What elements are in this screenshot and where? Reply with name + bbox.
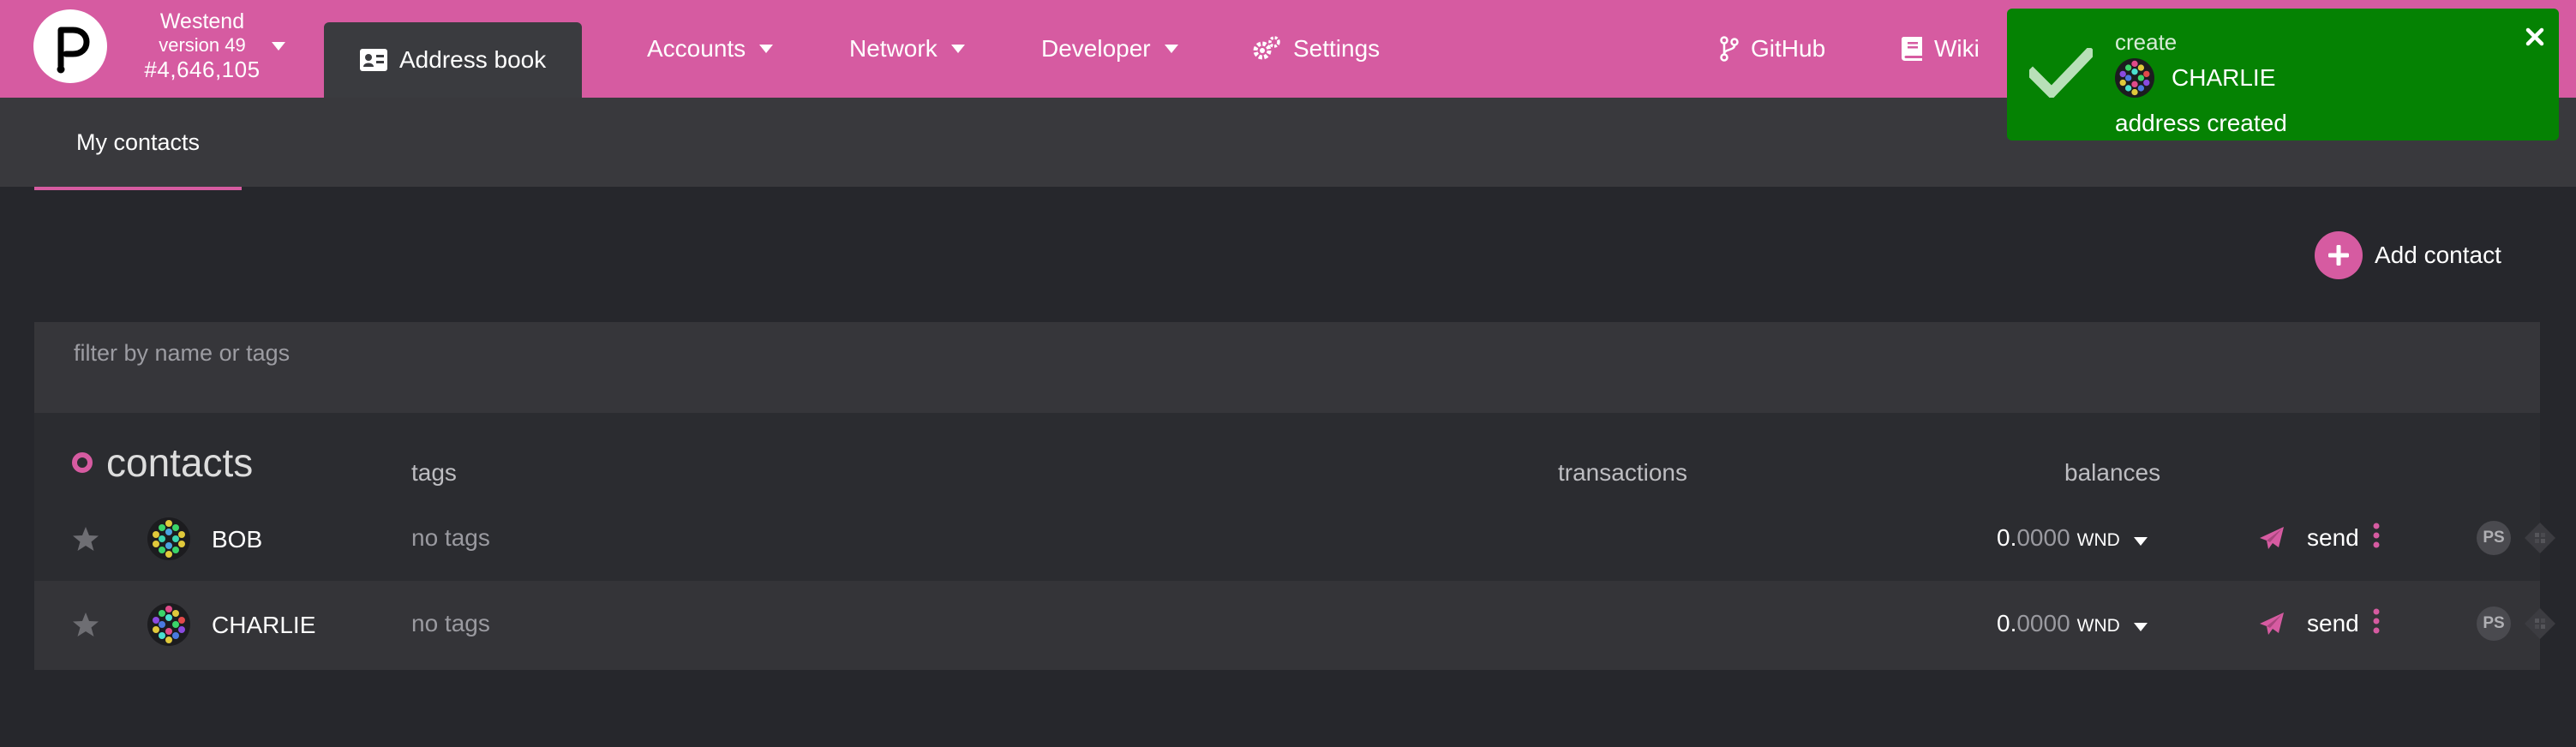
send-button[interactable]: send xyxy=(2259,524,2359,552)
table-row: CHARLIE no tags 0. 0000 WND send PS xyxy=(34,581,2555,670)
block-number: #4,646,105 xyxy=(144,57,261,82)
success-toast: create CHARLIE address created xyxy=(2007,9,2559,140)
tab-address-book-label: Address book xyxy=(399,46,547,73)
chain-name: Westend xyxy=(159,9,245,33)
nav-developer-label: Developer xyxy=(1041,35,1151,62)
ellipsis-vertical-icon[interactable] xyxy=(2372,608,2381,638)
ps-badge[interactable]: PS xyxy=(2477,521,2511,555)
chain-version: version 49 xyxy=(125,34,285,57)
balance-integer: 0. xyxy=(1997,610,2017,636)
send-button[interactable]: send xyxy=(2259,610,2359,637)
nav-wiki-label: Wiki xyxy=(1934,35,1980,62)
nav-accounts[interactable]: Accounts xyxy=(647,0,774,98)
toast-account: CHARLIE xyxy=(2115,58,2275,98)
balance-integer: 0. xyxy=(1997,524,2017,551)
table-row: BOB no tags 0. 0000 WND send PS xyxy=(34,495,2555,584)
nav-developer[interactable]: Developer xyxy=(1041,0,1178,98)
address-card-icon xyxy=(360,49,387,71)
nav-github-label: GitHub xyxy=(1751,35,1826,62)
polkadot-logo-icon[interactable] xyxy=(33,9,107,83)
contacts-table-header: contacts tags transactions balances xyxy=(34,413,2540,495)
add-contact-label: Add contact xyxy=(2375,242,2501,268)
close-icon[interactable] xyxy=(2525,27,2544,51)
nav-wiki[interactable]: Wiki xyxy=(1902,0,1980,98)
code-branch-icon xyxy=(1720,36,1739,62)
nav-settings[interactable]: Settings xyxy=(1252,0,1380,98)
caret-down-icon xyxy=(2133,524,2148,552)
identicon-icon[interactable] xyxy=(147,517,190,560)
add-contact-button[interactable]: Add contact xyxy=(2315,231,2501,279)
check-icon xyxy=(2025,45,2097,102)
balance-decimals: 0000 xyxy=(2016,524,2070,551)
caret-down-icon xyxy=(950,45,965,53)
star-icon[interactable] xyxy=(72,612,99,642)
qr-icon[interactable] xyxy=(2523,521,2557,559)
nav-network[interactable]: Network xyxy=(849,0,965,98)
section-dot-icon xyxy=(72,452,93,473)
identicon-icon[interactable] xyxy=(147,603,190,646)
tab-address-book[interactable]: Address book xyxy=(324,22,583,98)
contact-tags: no tags xyxy=(411,524,490,551)
filter-panel xyxy=(34,322,2540,413)
book-icon xyxy=(1902,37,1922,61)
plus-icon xyxy=(2315,231,2363,279)
balance-unit: WND xyxy=(2076,530,2120,550)
paper-plane-icon xyxy=(2259,526,2285,550)
contact-name: CHARLIE xyxy=(212,612,316,638)
toast-action: create xyxy=(2115,29,2178,55)
balance-decimals: 0000 xyxy=(2016,610,2070,636)
star-icon[interactable] xyxy=(72,526,99,556)
nav-accounts-label: Accounts xyxy=(647,35,746,62)
nav-github[interactable]: GitHub xyxy=(1720,0,1825,98)
caret-down-icon xyxy=(759,45,774,53)
identicon-icon xyxy=(2115,58,2154,98)
caret-down-icon xyxy=(1164,45,1178,53)
tab-my-contacts[interactable]: My contacts xyxy=(34,98,242,190)
contact-tags: no tags xyxy=(411,610,490,636)
balance-dropdown[interactable]: 0. 0000 WND xyxy=(1997,524,2148,552)
toast-account-name: CHARLIE xyxy=(2172,64,2276,91)
send-label: send xyxy=(2307,524,2359,551)
column-header-tags: tags xyxy=(411,459,457,486)
qr-icon[interactable] xyxy=(2523,607,2557,645)
caret-down-icon xyxy=(2133,610,2148,637)
paper-plane-icon xyxy=(2259,612,2285,636)
contact-name: BOB xyxy=(212,526,263,553)
column-header-balances: balances xyxy=(2064,459,2161,486)
nav-settings-label: Settings xyxy=(1293,35,1381,62)
ps-badge[interactable]: PS xyxy=(2477,607,2511,641)
ellipsis-vertical-icon[interactable] xyxy=(2372,523,2381,553)
caret-down-icon xyxy=(272,42,285,51)
chain-selector[interactable]: Westend version 49 #4,646,105 xyxy=(125,9,285,82)
balance-unit: WND xyxy=(2076,616,2120,636)
contacts-title-label: contacts xyxy=(106,440,254,485)
contacts-title: contacts xyxy=(72,439,253,486)
filter-input[interactable] xyxy=(34,322,2540,384)
balance-dropdown[interactable]: 0. 0000 WND xyxy=(1997,610,2148,637)
cogs-icon xyxy=(1252,36,1281,62)
column-header-transactions: transactions xyxy=(1558,459,1687,486)
nav-network-label: Network xyxy=(849,35,938,62)
toast-message: address created xyxy=(2115,110,2287,136)
send-label: send xyxy=(2307,610,2359,636)
